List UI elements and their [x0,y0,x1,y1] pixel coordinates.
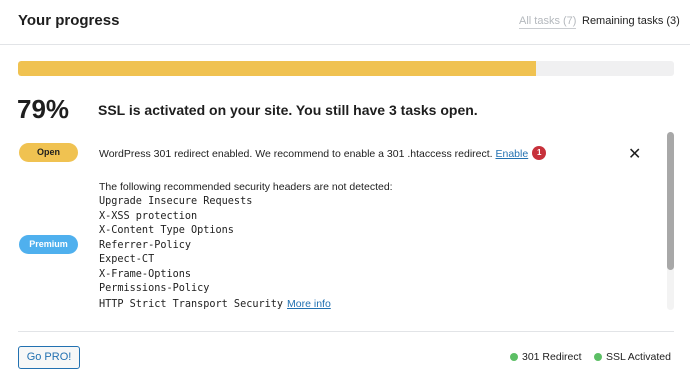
scrollbar[interactable] [667,132,674,310]
filter-all-tasks[interactable]: All tasks (7) [519,15,577,29]
status-label: 301 Redirect [522,351,582,363]
status-dot-icon [594,353,602,361]
open-badge: Open [19,143,78,162]
task-list: Open WordPress 301 redirect enabled. We … [0,132,690,318]
progress-message: SSL is activated on your site. You still… [98,102,478,118]
list-item: HTTP Strict Transport Security More info [99,297,393,313]
security-headers-list: Upgrade Insecure Requests X-XSS protecti… [99,195,393,312]
page-title: Your progress [18,12,120,29]
enable-link[interactable]: Enable [496,148,529,160]
notification-badge: 1 [532,146,547,160]
list-item: X-Frame-Options [99,268,192,280]
progress-bar-fill [18,61,537,76]
scrollbar-thumb[interactable] [667,132,674,270]
close-icon[interactable]: ✕ [628,144,641,164]
status-dot-icon [510,353,518,361]
task-redirect-text: WordPress 301 redirect enabled. We recom… [99,147,493,160]
task-security-headers: The following recommended security heade… [99,181,393,312]
security-headers-intro: The following recommended security heade… [99,181,393,193]
list-item: Permissions-Policy [99,283,210,294]
list-item: X-XSS protection [99,210,198,222]
progress-bar [18,61,674,76]
list-item: Referrer-Policy [99,239,192,251]
status-301-redirect: 301 Redirect [510,351,582,363]
go-pro-button[interactable]: Go PRO! [18,346,80,369]
more-info-link[interactable]: More info [287,297,331,312]
premium-badge: Premium [19,235,78,254]
status-label: SSL Activated [606,351,671,363]
progress-header: Your progress All tasks (7) Remaining ta… [0,0,690,45]
filter-remaining-tasks[interactable]: Remaining tasks (3) [582,15,680,27]
task-redirect: WordPress 301 redirect enabled. We recom… [99,146,547,161]
list-item: Upgrade Insecure Requests [99,196,253,207]
progress-percent: 79% [17,94,70,124]
list-item-text: HTTP Strict Transport Security [99,298,284,310]
status-ssl-activated: SSL Activated [594,351,671,363]
list-item: Expect-CT [99,254,155,265]
list-item: X-Content Type Options [99,225,234,236]
footer-divider [18,331,674,332]
